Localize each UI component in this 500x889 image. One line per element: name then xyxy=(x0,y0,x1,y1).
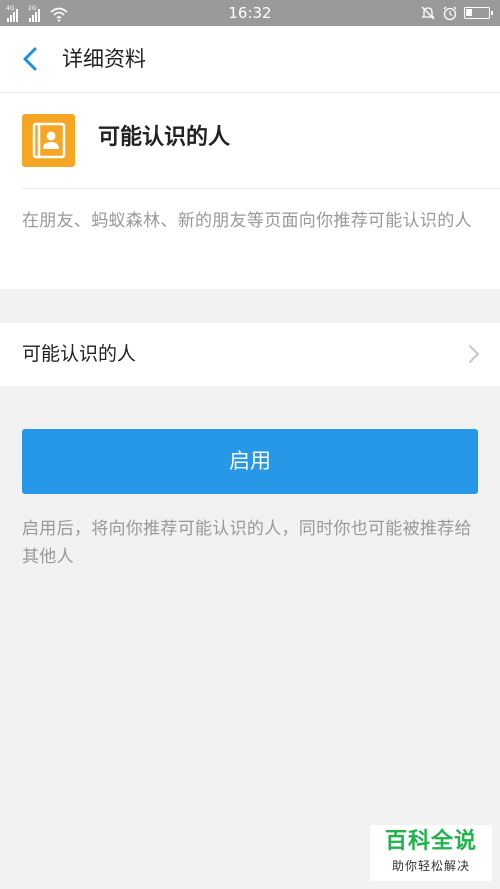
watermark-logo: 百科全说 助你轻松解决 xyxy=(370,825,492,881)
chevron-right-icon xyxy=(469,345,479,363)
app-description: 在朋友、蚂蚁森林、新的朋友等页面向你推荐可能认识的人 xyxy=(22,211,472,231)
divider xyxy=(22,188,500,189)
status-bar: 4G 2G 16:32 xyxy=(0,0,500,26)
page-title: 详细资料 xyxy=(62,47,146,71)
battery-icon xyxy=(464,7,493,19)
enable-note: 启用后，将向你推荐可能认识的人，同时你也可能被推荐给其他人 xyxy=(22,519,472,567)
contact-book-icon xyxy=(22,114,75,167)
settings-row-people-you-may-know[interactable]: 可能认识的人 xyxy=(0,323,500,386)
app-name: 可能认识的人 xyxy=(98,125,231,150)
watermark-subtitle: 助你轻松解决 xyxy=(391,859,470,873)
app-info-card: 可能认识的人 在朋友、蚂蚁森林、新的朋友等页面向你推荐可能认识的人 xyxy=(0,93,500,289)
enable-button[interactable]: 启用 xyxy=(22,429,478,494)
mute-bell-icon xyxy=(421,6,435,20)
back-arrow-icon[interactable] xyxy=(16,44,46,74)
settings-row-label: 可能认识的人 xyxy=(22,343,137,365)
watermark-title: 百科全说 xyxy=(384,829,477,854)
alarm-icon xyxy=(443,6,457,21)
navigation-bar: 详细资料 xyxy=(0,26,500,93)
status-right xyxy=(420,5,493,21)
